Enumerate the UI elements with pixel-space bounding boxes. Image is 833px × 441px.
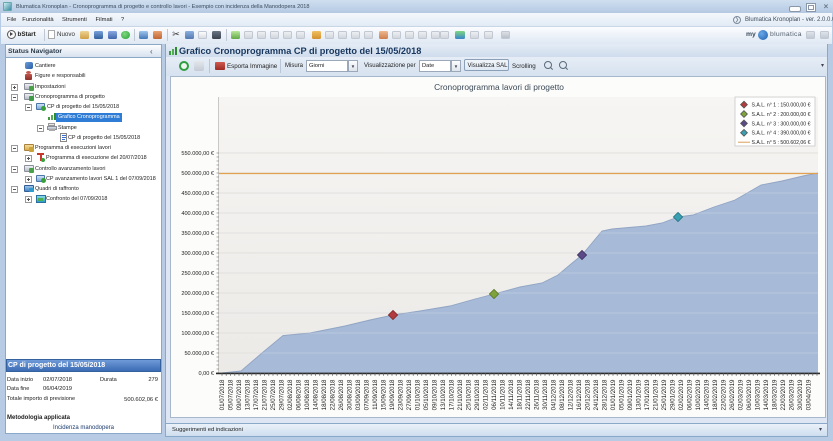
svg-text:13/01/2019: 13/01/2019 — [636, 379, 643, 410]
svg-text:22/03/2019: 22/03/2019 — [780, 379, 787, 410]
svg-text:18/08/2018: 18/08/2018 — [321, 379, 328, 410]
svg-text:02/03/2019: 02/03/2019 — [738, 379, 745, 410]
svg-text:400.000,00 €: 400.000,00 € — [181, 211, 215, 217]
svg-text:21/01/2019: 21/01/2019 — [653, 379, 660, 410]
svg-text:23/09/2018: 23/09/2018 — [398, 379, 405, 410]
svg-text:06/08/2018: 06/08/2018 — [296, 379, 303, 410]
svg-text:01/10/2018: 01/10/2018 — [415, 379, 422, 410]
svg-text:29/10/2018: 29/10/2018 — [474, 379, 481, 410]
svg-text:100.000,00 €: 100.000,00 € — [181, 331, 215, 337]
svg-text:06/03/2019: 06/03/2019 — [746, 379, 753, 410]
svg-text:05/10/2018: 05/10/2018 — [423, 379, 430, 410]
svg-text:04/12/2018: 04/12/2018 — [551, 379, 558, 410]
svg-text:S.A.L. n° 2 : 200.000,00 €: S.A.L. n° 2 : 200.000,00 € — [752, 112, 811, 118]
svg-text:10/08/2018: 10/08/2018 — [304, 379, 311, 410]
svg-text:29/01/2019: 29/01/2019 — [670, 379, 677, 410]
svg-text:0,00 €: 0,00 € — [198, 371, 214, 377]
svg-text:30/08/2018: 30/08/2018 — [347, 379, 354, 410]
svg-text:05/07/2018: 05/07/2018 — [228, 379, 235, 410]
svg-text:16/12/2018: 16/12/2018 — [576, 379, 583, 410]
svg-text:09/10/2018: 09/10/2018 — [432, 379, 439, 410]
svg-text:09/07/2018: 09/07/2018 — [236, 379, 243, 410]
svg-text:26/03/2019: 26/03/2019 — [789, 379, 796, 410]
svg-text:14/11/2018: 14/11/2018 — [508, 379, 515, 410]
svg-text:500.000,00 €: 500.000,00 € — [181, 171, 215, 177]
svg-text:Cronoprogramma lavori di proge: Cronoprogramma lavori di progetto — [434, 82, 564, 92]
svg-text:24/12/2018: 24/12/2018 — [593, 379, 600, 410]
svg-text:S.A.L. n° 5 : 500.602,06 €: S.A.L. n° 5 : 500.602,06 € — [752, 140, 811, 146]
svg-text:17/10/2018: 17/10/2018 — [449, 379, 456, 410]
svg-text:06/02/2019: 06/02/2019 — [687, 379, 694, 410]
svg-text:14/02/2019: 14/02/2019 — [704, 379, 711, 410]
svg-text:01/01/2019: 01/01/2019 — [610, 379, 617, 410]
svg-text:300.000,00 €: 300.000,00 € — [181, 251, 215, 257]
svg-text:09/01/2019: 09/01/2019 — [627, 379, 634, 410]
svg-text:06/11/2018: 06/11/2018 — [491, 379, 498, 410]
svg-text:11/09/2018: 11/09/2018 — [372, 379, 379, 410]
svg-text:30/03/2019: 30/03/2019 — [797, 379, 804, 410]
svg-text:03/04/2019: 03/04/2019 — [806, 379, 813, 410]
svg-text:S.A.L. n° 3 : 300.000,00 €: S.A.L. n° 3 : 300.000,00 € — [752, 121, 811, 127]
svg-text:15/09/2018: 15/09/2018 — [381, 379, 388, 410]
svg-text:21/07/2018: 21/07/2018 — [262, 379, 269, 410]
svg-text:150.000,00 €: 150.000,00 € — [181, 311, 215, 317]
svg-text:20/12/2018: 20/12/2018 — [585, 379, 592, 410]
svg-text:25/07/2018: 25/07/2018 — [270, 379, 277, 410]
svg-text:14/03/2019: 14/03/2019 — [763, 379, 770, 410]
svg-text:26/08/2018: 26/08/2018 — [338, 379, 345, 410]
svg-text:01/07/2018: 01/07/2018 — [219, 379, 226, 410]
svg-text:21/10/2018: 21/10/2018 — [457, 379, 464, 410]
svg-text:200.000,00 €: 200.000,00 € — [181, 291, 215, 297]
svg-text:02/08/2018: 02/08/2018 — [287, 379, 294, 410]
svg-text:12/12/2018: 12/12/2018 — [568, 379, 575, 410]
svg-text:S.A.L. n° 1 : 150.000,00 €: S.A.L. n° 1 : 150.000,00 € — [752, 103, 811, 109]
svg-text:28/12/2018: 28/12/2018 — [602, 379, 609, 410]
svg-text:30/11/2018: 30/11/2018 — [542, 379, 549, 410]
svg-text:250.000,00 €: 250.000,00 € — [181, 271, 215, 277]
svg-text:27/09/2018: 27/09/2018 — [406, 379, 413, 410]
svg-text:17/07/2018: 17/07/2018 — [253, 379, 260, 410]
svg-text:19/09/2018: 19/09/2018 — [389, 379, 396, 410]
svg-text:02/11/2018: 02/11/2018 — [483, 379, 490, 410]
svg-text:25/01/2019: 25/01/2019 — [661, 379, 668, 410]
svg-text:350.000,00 €: 350.000,00 € — [181, 231, 215, 237]
svg-text:13/10/2018: 13/10/2018 — [440, 379, 447, 410]
svg-text:03/09/2018: 03/09/2018 — [355, 379, 362, 410]
svg-text:18/11/2018: 18/11/2018 — [517, 379, 524, 410]
svg-text:22/11/2018: 22/11/2018 — [525, 379, 532, 410]
svg-text:25/10/2018: 25/10/2018 — [466, 379, 473, 410]
svg-text:02/02/2019: 02/02/2019 — [678, 379, 685, 410]
svg-text:S.A.L. n° 4 : 390.000,00 €: S.A.L. n° 4 : 390.000,00 € — [752, 131, 811, 137]
svg-text:26/02/2019: 26/02/2019 — [729, 379, 736, 410]
svg-text:07/09/2018: 07/09/2018 — [364, 379, 371, 410]
svg-text:18/02/2019: 18/02/2019 — [712, 379, 719, 410]
svg-text:10/02/2019: 10/02/2019 — [695, 379, 702, 410]
svg-text:14/08/2018: 14/08/2018 — [313, 379, 320, 410]
svg-text:50.000,00 €: 50.000,00 € — [184, 351, 214, 357]
svg-text:05/01/2019: 05/01/2019 — [619, 379, 626, 410]
svg-text:08/12/2018: 08/12/2018 — [559, 379, 566, 410]
svg-text:17/01/2019: 17/01/2019 — [644, 379, 651, 410]
svg-text:550.000,00 €: 550.000,00 € — [181, 151, 215, 157]
svg-text:10/11/2018: 10/11/2018 — [500, 379, 507, 410]
svg-text:450.000,00 €: 450.000,00 € — [181, 191, 215, 197]
svg-text:22/08/2018: 22/08/2018 — [330, 379, 337, 410]
svg-text:29/07/2018: 29/07/2018 — [279, 379, 286, 410]
svg-text:22/02/2019: 22/02/2019 — [721, 379, 728, 410]
svg-text:13/07/2018: 13/07/2018 — [245, 379, 252, 410]
svg-text:10/03/2019: 10/03/2019 — [755, 379, 762, 410]
svg-text:18/03/2019: 18/03/2019 — [772, 379, 779, 410]
svg-text:26/11/2018: 26/11/2018 — [534, 379, 541, 410]
